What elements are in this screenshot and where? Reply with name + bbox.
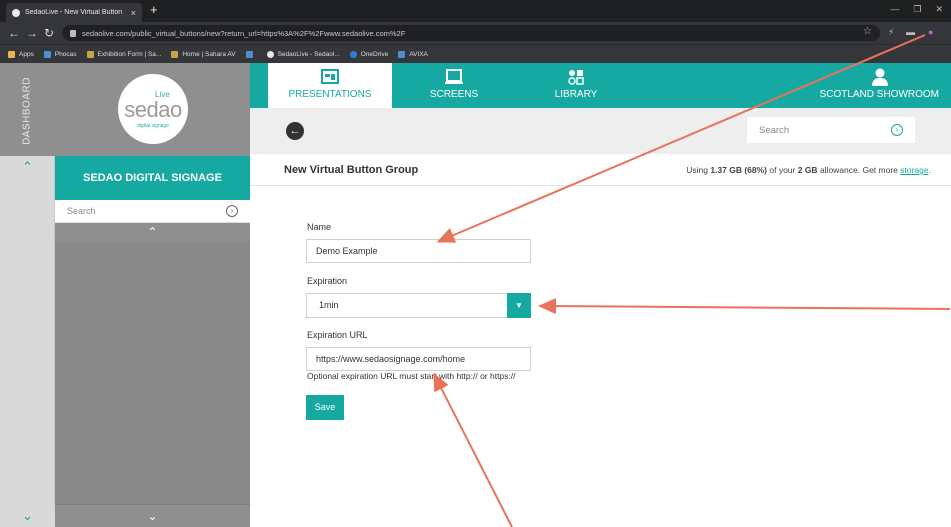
dashboard-rail: DASHBOARD ⌃ ⌄ <box>0 63 55 527</box>
user-label: SCOTLAND SHOWROOM <box>819 89 939 100</box>
dropdown-caret-icon[interactable]: ▼ <box>507 293 531 318</box>
url-text: sedaolive.com/public_virtual_buttons/new… <box>82 28 406 38</box>
usage-allowance: 2 GB <box>797 165 818 175</box>
search-go-icon[interactable]: › <box>891 124 903 136</box>
usage-suffix: allowance. Get more <box>817 165 901 175</box>
bookmark-item[interactable]: Home | Sahara AV <box>171 50 236 58</box>
top-search: › <box>747 117 915 143</box>
tab-library-label: LIBRARY <box>554 89 598 100</box>
profile-icon[interactable]: ● <box>928 27 933 37</box>
chevron-up-icon[interactable]: ⌃ <box>0 156 55 178</box>
forward-arrow-icon[interactable]: → <box>26 25 38 41</box>
side-search-input[interactable] <box>55 200 215 222</box>
bookmark-item[interactable]: Exhibition Form | Sa... <box>86 50 161 58</box>
close-tab-icon[interactable]: × <box>131 8 136 18</box>
usage-used: 1.37 GB (68%) <box>710 165 768 175</box>
chevron-down-icon[interactable]: ⌄ <box>0 504 55 527</box>
sedao-logo[interactable]: Live sedao digital signage <box>118 74 188 144</box>
page-title: New Virtual Button Group <box>284 164 419 176</box>
bookmark-item[interactable]: SedaoLive - Sedaol... <box>266 50 340 58</box>
usage-prefix: Using <box>686 165 711 175</box>
name-label: Name <box>307 222 332 232</box>
name-field[interactable] <box>306 239 531 263</box>
brand-title: SEDAO DIGITAL SIGNAGE <box>55 156 250 200</box>
sedao-favicon-icon <box>266 50 274 58</box>
search-go-icon[interactable]: › <box>226 205 238 217</box>
storage-link[interactable]: storage <box>900 165 928 175</box>
presentations-icon <box>321 69 339 84</box>
save-button[interactable]: Save <box>306 395 344 420</box>
folder-icon <box>171 50 179 58</box>
dashboard-label: DASHBOARD <box>21 77 33 145</box>
reload-icon[interactable]: ↻ <box>44 25 54 41</box>
user-menu[interactable]: SCOTLAND SHOWROOM <box>820 63 939 108</box>
bookmark-icon <box>43 50 51 58</box>
bookmark-item[interactable]: Phocas <box>43 50 77 58</box>
app-root: DASHBOARD ⌃ ⌄ Live sedao digital signage… <box>0 63 951 527</box>
apps-grid-icon <box>8 50 15 58</box>
avixa-icon <box>398 50 406 58</box>
side-search: › <box>55 200 250 223</box>
side-panel: Live sedao digital signage SEDAO DIGITAL… <box>55 63 250 527</box>
logo-word: sedao <box>124 97 182 122</box>
bookmark-item[interactable]: Apps <box>8 50 34 58</box>
bookmarks-bar: Apps Phocas Exhibition Form | Sa... Home… <box>0 44 951 63</box>
logo-tagline: digital signage <box>137 123 169 129</box>
user-icon <box>872 68 888 86</box>
tab-library[interactable]: LIBRARY <box>514 63 638 108</box>
tab-screens-label: SCREENS <box>429 89 479 100</box>
usage-middle: of your <box>767 165 798 175</box>
top-search-input[interactable] <box>747 117 877 143</box>
dashboard-toggle[interactable]: DASHBOARD <box>0 63 55 156</box>
extension-icon[interactable]: ▬ <box>906 27 915 37</box>
back-arrow-icon[interactable]: ← <box>286 122 304 140</box>
minimize-icon[interactable]: — <box>890 4 899 15</box>
expiration-label: Expiration <box>307 276 348 286</box>
expiration-url-label: Expiration URL <box>307 330 368 340</box>
tab-presentations-label: PRESENTATIONS <box>288 89 372 100</box>
bookmark-star-icon[interactable]: ☆ <box>863 26 872 37</box>
close-window-icon[interactable]: ✕ <box>935 4 943 15</box>
maximize-icon[interactable]: ❐ <box>913 4 921 15</box>
bookmark-item[interactable]: AVIXA <box>398 50 428 58</box>
sedao-favicon-icon <box>12 8 20 17</box>
onedrive-icon <box>349 50 357 58</box>
back-arrow-icon[interactable]: ← <box>8 25 20 41</box>
logo-area: Live sedao digital signage <box>55 63 250 156</box>
browser-tab[interactable]: SedaoLive - New Virtual Button × <box>6 3 142 22</box>
expiration-select[interactable]: 1min ▼ <box>306 293 531 318</box>
page-header: New Virtual Button Group Using 1.37 GB (… <box>250 154 951 186</box>
tab-presentations[interactable]: PRESENTATIONS <box>268 63 392 108</box>
top-navigation: PRESENTATIONS SCREENS LIBRARY SCOTLAND S… <box>250 63 951 108</box>
screens-icon <box>445 69 463 84</box>
new-tab-button[interactable]: + <box>150 3 158 17</box>
browser-tab-title: SedaoLive - New Virtual Button <box>25 9 123 16</box>
bookmark-item[interactable]: OneDrive <box>349 50 388 58</box>
folder-icon <box>86 50 94 58</box>
storage-usage: Using 1.37 GB (68%) of your 2 GB allowan… <box>686 165 931 175</box>
address-bar-row: ← → ↻ sedaolive.com/public_virtual_butto… <box>0 22 951 44</box>
side-scroll-down-icon[interactable]: ⌄ <box>55 504 250 527</box>
bookmark-item[interactable] <box>245 50 257 58</box>
expiration-url-help: Optional expiration URL must start with … <box>307 371 516 381</box>
window-controls: — ❐ ✕ <box>890 4 943 15</box>
expiration-url-field[interactable] <box>306 347 531 371</box>
browser-tab-bar: SedaoLive - New Virtual Button × + — ❐ ✕ <box>0 0 951 22</box>
library-icon <box>568 70 584 85</box>
address-bar[interactable]: sedaolive.com/public_virtual_buttons/new… <box>62 25 880 41</box>
expiration-selected-value: 1min <box>319 300 339 310</box>
usage-end: . <box>928 165 931 175</box>
side-scroll-up-icon[interactable]: ⌃ <box>55 223 250 241</box>
extension-icon[interactable]: ⚡ <box>888 27 894 38</box>
toolbar: ← › <box>250 108 951 154</box>
bookmark-icon <box>245 50 253 58</box>
lock-icon <box>70 29 76 37</box>
tab-screens[interactable]: SCREENS <box>392 63 516 108</box>
